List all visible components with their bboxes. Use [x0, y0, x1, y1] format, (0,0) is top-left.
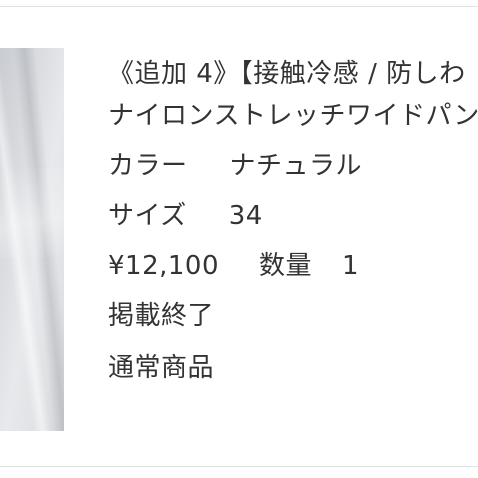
quantity-label: 数量 [259, 251, 313, 281]
color-row: カラー ナチュラル [108, 150, 362, 182]
quantity-value: 1 [342, 251, 360, 281]
order-item-card: 《追加 4》【接触冷感 / 防しわ ナイロンストレッチワイドパンツ カラー ナチュ… [0, 0, 478, 478]
size-row: サイズ 34 [108, 200, 263, 232]
product-type: 通常商品 [108, 353, 215, 383]
product-title-line-1[interactable]: 《追加 4》【接触冷感 / 防しわ [108, 58, 466, 90]
color-value: ナチュラル [229, 151, 363, 181]
size-value: 34 [228, 201, 263, 231]
fabric-sheen [0, 168, 64, 258]
top-divider [0, 6, 478, 7]
price: ¥12,100 [108, 251, 220, 281]
size-label: サイズ [108, 201, 187, 231]
color-label: カラー [108, 151, 188, 181]
product-thumbnail[interactable] [0, 48, 64, 431]
listing-status: 掲載終了 [108, 301, 215, 331]
product-title-line-2[interactable]: ナイロンストレッチワイドパンツ [108, 100, 478, 132]
bottom-divider [0, 466, 478, 467]
price-quantity-row: ¥12,100 数量 1 [108, 250, 359, 282]
